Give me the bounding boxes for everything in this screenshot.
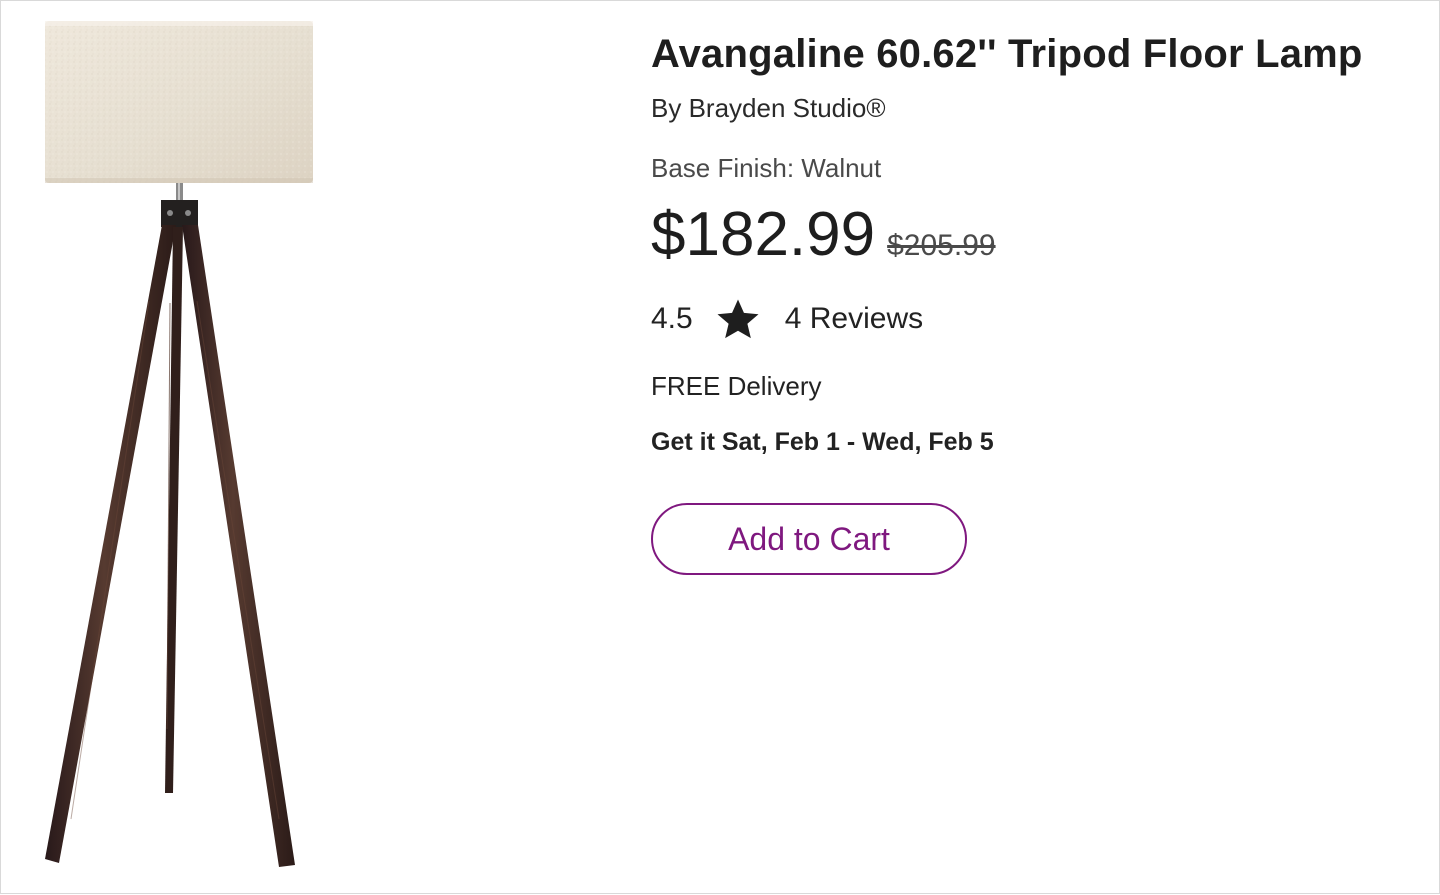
rating-summary: 4.5 4 Reviews xyxy=(651,295,1431,343)
product-details: Avangaline 60.62'' Tripod Floor Lamp By … xyxy=(651,29,1431,575)
reviews-link[interactable]: 4 Reviews xyxy=(785,299,923,339)
product-card: Avangaline 60.62'' Tripod Floor Lamp By … xyxy=(0,0,1440,894)
delivery-status: FREE Delivery xyxy=(651,371,822,401)
tripod-floor-lamp-image xyxy=(45,21,313,867)
product-title: Avangaline 60.62'' Tripod Floor Lamp xyxy=(651,32,1363,76)
price-row: $182.99 $205.99 xyxy=(651,199,1431,273)
sale-price: $182.99 xyxy=(651,200,876,269)
base-finish: Base Finish: Walnut xyxy=(651,153,882,183)
brand-name: By Brayden Studio® xyxy=(651,93,886,123)
star-icon xyxy=(715,296,761,342)
add-to-cart-button[interactable]: Add to Cart xyxy=(651,503,967,575)
original-price: $205.99 xyxy=(887,229,996,262)
product-image xyxy=(1,1,361,895)
rating-value: 4.5 xyxy=(651,302,693,335)
delivery-date: Get it Sat, Feb 1 - Wed, Feb 5 xyxy=(651,428,994,456)
